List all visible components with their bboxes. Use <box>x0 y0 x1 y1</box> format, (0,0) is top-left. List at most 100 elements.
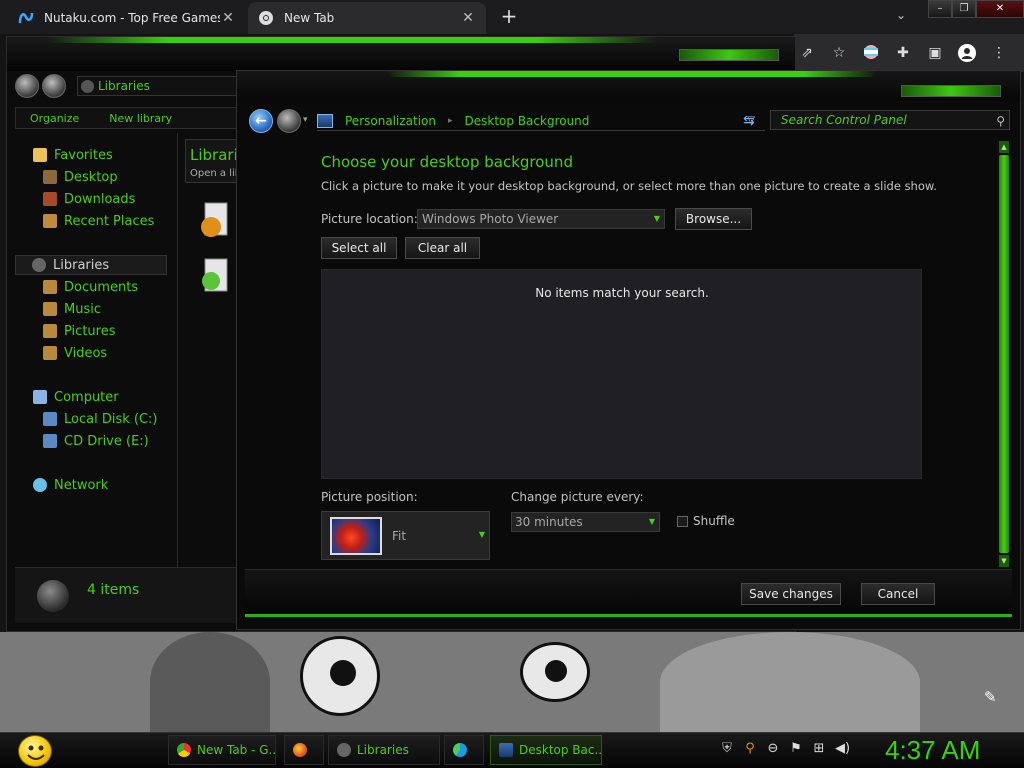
library-folder-icon[interactable] <box>197 201 231 241</box>
star-icon <box>33 148 47 162</box>
save-changes-button[interactable]: Save changes <box>741 583 841 605</box>
nav-item-documents[interactable]: Documents <box>43 277 138 297</box>
nav-item-videos[interactable]: Videos <box>43 343 107 363</box>
close-icon[interactable]: ✕ <box>220 10 236 26</box>
shuffle-checkbox[interactable]: Shuffle <box>677 514 735 528</box>
new-library-button[interactable]: New library <box>109 112 172 125</box>
page-title: Choose your desktop background <box>321 153 573 171</box>
pane-divider[interactable] <box>177 133 178 607</box>
breadcrumb-personalization[interactable]: Personalization <box>345 114 436 128</box>
checkbox-box[interactable] <box>677 515 688 527</box>
taskbar-clock[interactable]: 4:37 AM <box>885 735 980 766</box>
cd-drive-icon <box>43 434 57 448</box>
nav-item-pictures[interactable]: Pictures <box>43 321 115 341</box>
close-icon[interactable]: ✕ <box>460 10 476 26</box>
share-icon[interactable]: ⇗ <box>798 44 816 62</box>
taskbar-item-libraries[interactable]: Libraries <box>328 735 440 765</box>
forward-button[interactable] <box>42 74 66 98</box>
profile-avatar-icon[interactable] <box>958 44 976 62</box>
taskbar-item-label: New Tab - G... <box>197 743 276 757</box>
network-icon[interactable]: ⊞ <box>812 741 826 757</box>
control-panel-window: ← ▾ Personalization ▸ Desktop Background… <box>236 70 1021 630</box>
vertical-scrollbar[interactable]: ▲ ▼ <box>997 141 1011 567</box>
explorer-window-controls[interactable] <box>679 49 779 61</box>
scrollbar-thumb[interactable] <box>999 155 1009 553</box>
nav-item-libraries[interactable]: Libraries <box>15 255 167 275</box>
select-all-button[interactable]: Select all <box>321 237 397 259</box>
taskbar-item-desktop-background[interactable]: Desktop Bac... <box>490 735 602 765</box>
browser-tab-new-tab[interactable]: New Tab ✕ <box>248 2 486 34</box>
change-picture-interval-select[interactable]: 30 minutes ▼ <box>511 512 660 532</box>
library-folder-icon[interactable] <box>197 257 231 297</box>
nav-item-desktop[interactable]: Desktop <box>43 167 118 187</box>
nav-item-downloads[interactable]: Downloads <box>43 189 135 209</box>
side-panel-icon[interactable]: ▣ <box>926 44 944 62</box>
desktop-icon <box>43 170 57 184</box>
kebab-menu-icon[interactable]: ⋮ <box>990 44 1008 62</box>
explorer-breadcrumb[interactable]: Libraries <box>77 76 243 96</box>
taskbar-item-edge[interactable] <box>444 735 484 765</box>
back-button[interactable] <box>15 74 39 98</box>
shield-icon[interactable]: ⛨ <box>720 741 734 757</box>
taskbar-item-chrome[interactable]: New Tab - G... <box>168 735 276 765</box>
item-count: 4 items <box>87 582 140 598</box>
chevron-down-icon[interactable]: ⌄ <box>896 8 906 22</box>
nav-item-music[interactable]: Music <box>43 299 101 319</box>
control-panel-icon <box>499 743 513 757</box>
minimize-button[interactable]: – <box>928 0 952 18</box>
chevron-down-icon: ▼ <box>648 517 655 526</box>
empty-message: No items match your search. <box>535 286 709 300</box>
control-panel-window-controls[interactable] <box>901 85 1001 97</box>
browser-tab-title: Nutaku.com - Top Free Games O <box>44 11 220 25</box>
nav-item-local-disk[interactable]: Local Disk (C:) <box>43 409 157 429</box>
extensions-puzzle-icon[interactable]: ✚ <box>894 44 912 62</box>
system-tray: ⛨ ⚲ ⊖ ⚑ ⊞ ◀) <box>720 741 850 757</box>
cancel-button[interactable]: Cancel <box>861 583 935 605</box>
extension-flag-icon[interactable] <box>862 44 880 62</box>
breadcrumb-desktop-background[interactable]: Desktop Background <box>465 114 590 128</box>
page-description: Click a picture to make it your desktop … <box>321 179 937 193</box>
position-preview-thumbnail <box>330 517 382 555</box>
action-center-flag-icon[interactable]: ⚑ <box>789 741 803 757</box>
nav-item-network[interactable]: Network <box>33 475 108 495</box>
taskbar: New Tab - G... Libraries Desktop Bac... … <box>0 732 1024 768</box>
picture-position-select[interactable]: Fit ▼ <box>321 511 490 560</box>
libraries-icon <box>81 80 94 93</box>
search-icon[interactable]: ⚲ <box>743 741 757 757</box>
scroll-up-icon[interactable]: ▲ <box>999 141 1009 153</box>
browse-button[interactable]: Browse... <box>675 208 752 230</box>
refresh-icon[interactable]: ⇆ <box>743 113 761 129</box>
start-button[interactable] <box>8 733 52 768</box>
picture-location-select[interactable]: Windows Photo Viewer ▼ <box>417 209 665 229</box>
nav-item-favorites[interactable]: Favorites <box>33 145 113 165</box>
picture-gallery[interactable]: No items match your search. <box>321 269 922 479</box>
forward-button[interactable] <box>277 109 301 133</box>
taskbar-item-firefox[interactable] <box>284 735 324 765</box>
videos-icon <box>43 346 57 360</box>
organize-button[interactable]: Organize <box>30 112 79 125</box>
browser-tab-title: New Tab <box>284 11 335 25</box>
scroll-down-icon[interactable]: ▼ <box>999 555 1009 567</box>
clear-all-button[interactable]: Clear all <box>405 237 480 259</box>
close-window-button[interactable]: ✕ <box>976 0 1024 18</box>
bookmark-star-icon[interactable]: ☆ <box>830 44 848 62</box>
new-tab-button[interactable]: + <box>498 6 520 28</box>
edge-icon <box>453 743 467 757</box>
recent-pages-dropdown-icon[interactable]: ▾ <box>303 115 308 125</box>
nav-item-recent-places[interactable]: Recent Places <box>43 211 154 231</box>
nav-item-cd-drive[interactable]: CD Drive (E:) <box>43 431 149 451</box>
maximize-button[interactable]: ❐ <box>952 0 976 18</box>
edit-pencil-icon[interactable]: ✎ <box>984 688 1000 706</box>
search-input[interactable]: Search Control Panel ⚲ <box>770 110 1010 130</box>
libraries-icon <box>37 580 69 612</box>
pictures-icon <box>43 324 57 338</box>
status-icon[interactable]: ⊖ <box>766 741 780 757</box>
back-button[interactable]: ← <box>249 109 273 133</box>
browser-tab-nutaku[interactable]: Nutaku.com - Top Free Games O ✕ <box>8 2 246 34</box>
nav-item-computer[interactable]: Computer <box>33 387 119 407</box>
chrome-icon <box>177 743 191 757</box>
control-panel-address-bar[interactable]: Personalization ▸ Desktop Background ▽ <box>317 111 765 131</box>
volume-icon[interactable]: ◀) <box>835 741 850 757</box>
search-icon[interactable]: ⚲ <box>996 112 1005 130</box>
explorer-address-bar: Libraries <box>15 73 243 99</box>
